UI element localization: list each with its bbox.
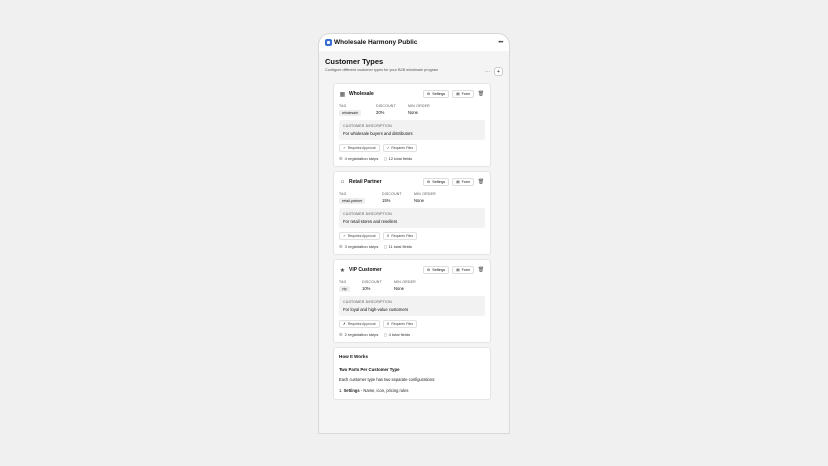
form-button[interactable]: ▤ Form [452,90,474,98]
delete-icon[interactable]: 🗑 [477,266,485,274]
customer-type-card: ★ VIP Customer ⚙ Settings ▤ Form 🗑 TAG vip… [333,259,491,343]
form-icon: ▤ [456,92,460,96]
min-order-label: MIN ORDER [414,192,436,196]
form-button[interactable]: ▤ Form [452,178,474,186]
settings-icon: ⚙ [426,180,431,184]
discount-value: 10% [362,286,371,291]
requires-files-badge: ✓ Requires Files [382,144,418,152]
check-icon: ✓ [386,146,390,150]
main-content: Customer Types Configure different custo… [319,51,509,433]
tag-label: TAG [339,280,347,284]
description-label: CUSTOMER DESCRIPTION [343,300,392,304]
more-options-icon[interactable]: ••• [498,40,503,46]
description-label: CUSTOMER DESCRIPTION [343,124,392,128]
total-fields: ▯ 4 total fields [384,332,410,337]
description-box: CUSTOMER DESCRIPTION For loyal and high-… [339,296,485,316]
settings-icon: ⚙ [426,268,431,272]
min-order-value: None [408,110,419,115]
description-text: For retail stores and resellers [343,219,398,224]
how-it-works-title: How It Works [339,354,369,359]
registration-steps: ☰ 2 registration steps [339,332,379,337]
fields-icon: ▯ [384,156,387,161]
app-title: Wholesale Harmony Public [334,39,418,46]
discount-value: 15% [382,198,391,203]
tag-chip: vip [339,286,350,292]
steps-icon: ☰ [339,156,343,161]
fields-icon: ▯ [384,332,387,337]
customer-type-name: Retail Partner [349,179,382,185]
how-it-works-text: Each customer type has two separate conf… [339,377,436,382]
description-text: For loyal and high-value customers [343,307,409,312]
tag-chip: retail-partner [339,198,366,204]
requires-approval-badge: ✗ Requires Approval [339,320,380,328]
cross-icon: ✗ [343,322,346,326]
customer-type-card: ⌂ Retail Partner ⚙ Settings ▤ Form 🗑 TAG r… [333,171,491,255]
app-window: Wholesale Harmony Public ••• Customer Ty… [318,33,510,434]
registration-steps: ☰ 4 registration steps [339,156,379,161]
tag-chip: wholesale [339,110,361,116]
page-subtitle: Configure different customer types for y… [325,68,439,72]
fields-icon: ▯ [384,244,387,249]
check-icon: ✓ [343,234,346,238]
settings-button[interactable]: ⚙ Settings [422,266,450,274]
steps-icon: ☰ [339,332,343,337]
min-order-value: None [394,286,405,291]
description-text: For wholesale buyers and distributors [343,131,413,136]
requires-approval-badge: ✓ Requires Approval [339,144,380,152]
tag-label: TAG [339,104,347,108]
steps-icon: ☰ [339,244,343,249]
requires-approval-badge: ✓ Requires Approval [339,232,380,240]
how-it-works-item: 1. Settings - Name, icon, pricing rules [339,388,409,393]
requires-files-badge: ✗ Requires Files [382,232,418,240]
description-box: CUSTOMER DESCRIPTION For wholesale buyer… [339,120,485,140]
form-icon: ▤ [456,268,460,272]
discount-label: DISCOUNT [362,280,382,284]
cross-icon: ✗ [386,234,390,238]
settings-icon: ⚙ [426,92,431,96]
min-order-value: None [414,198,425,203]
store-icon: ⌂ [340,179,345,185]
how-it-works-panel: How It Works Two Parts Per Customer Type… [333,347,491,400]
description-box: CUSTOMER DESCRIPTION For retail stores a… [339,208,485,228]
customer-type-card: ▦ Wholesale ⚙ Settings ▤ Form 🗑 TAG wholes… [333,83,491,167]
star-icon: ★ [339,267,346,274]
customer-type-name: VIP Customer [349,267,382,273]
form-icon: ▤ [456,180,460,184]
description-label: CUSTOMER DESCRIPTION [343,212,392,216]
settings-button[interactable]: ⚙ Settings [422,178,450,186]
tag-label: TAG [339,192,347,196]
total-fields: ▯ 12 total fields [384,156,413,161]
page-title: Customer Types [325,57,384,66]
app-logo-icon [325,39,332,46]
requires-files-badge: ✗ Requires Files [382,320,418,328]
min-order-label: MIN ORDER [408,104,430,108]
header-actions: ⋯ + [483,67,503,76]
delete-icon[interactable]: 🗑 [477,90,485,98]
min-order-label: MIN ORDER [394,280,416,284]
check-icon: ✓ [343,146,346,150]
building-icon: ▦ [339,91,346,98]
settings-button[interactable]: ⚙ Settings [422,90,450,98]
top-bar: Wholesale Harmony Public ••• [319,34,509,51]
delete-icon[interactable]: 🗑 [477,178,485,186]
discount-value: 20% [376,110,385,115]
how-it-works-subtitle: Two Parts Per Customer Type [339,367,400,372]
discount-label: DISCOUNT [376,104,396,108]
page-header: Customer Types Configure different custo… [325,57,503,79]
cross-icon: ✗ [386,322,390,326]
total-fields: ▯ 11 total fields [384,244,412,249]
more-actions-button[interactable]: ⋯ [483,67,492,76]
registration-steps: ☰ 3 registration steps [339,244,379,249]
form-button[interactable]: ▤ Form [452,266,474,274]
discount-label: DISCOUNT [382,192,402,196]
add-customer-type-button[interactable]: + [494,67,503,76]
customer-type-name: Wholesale [349,91,374,97]
